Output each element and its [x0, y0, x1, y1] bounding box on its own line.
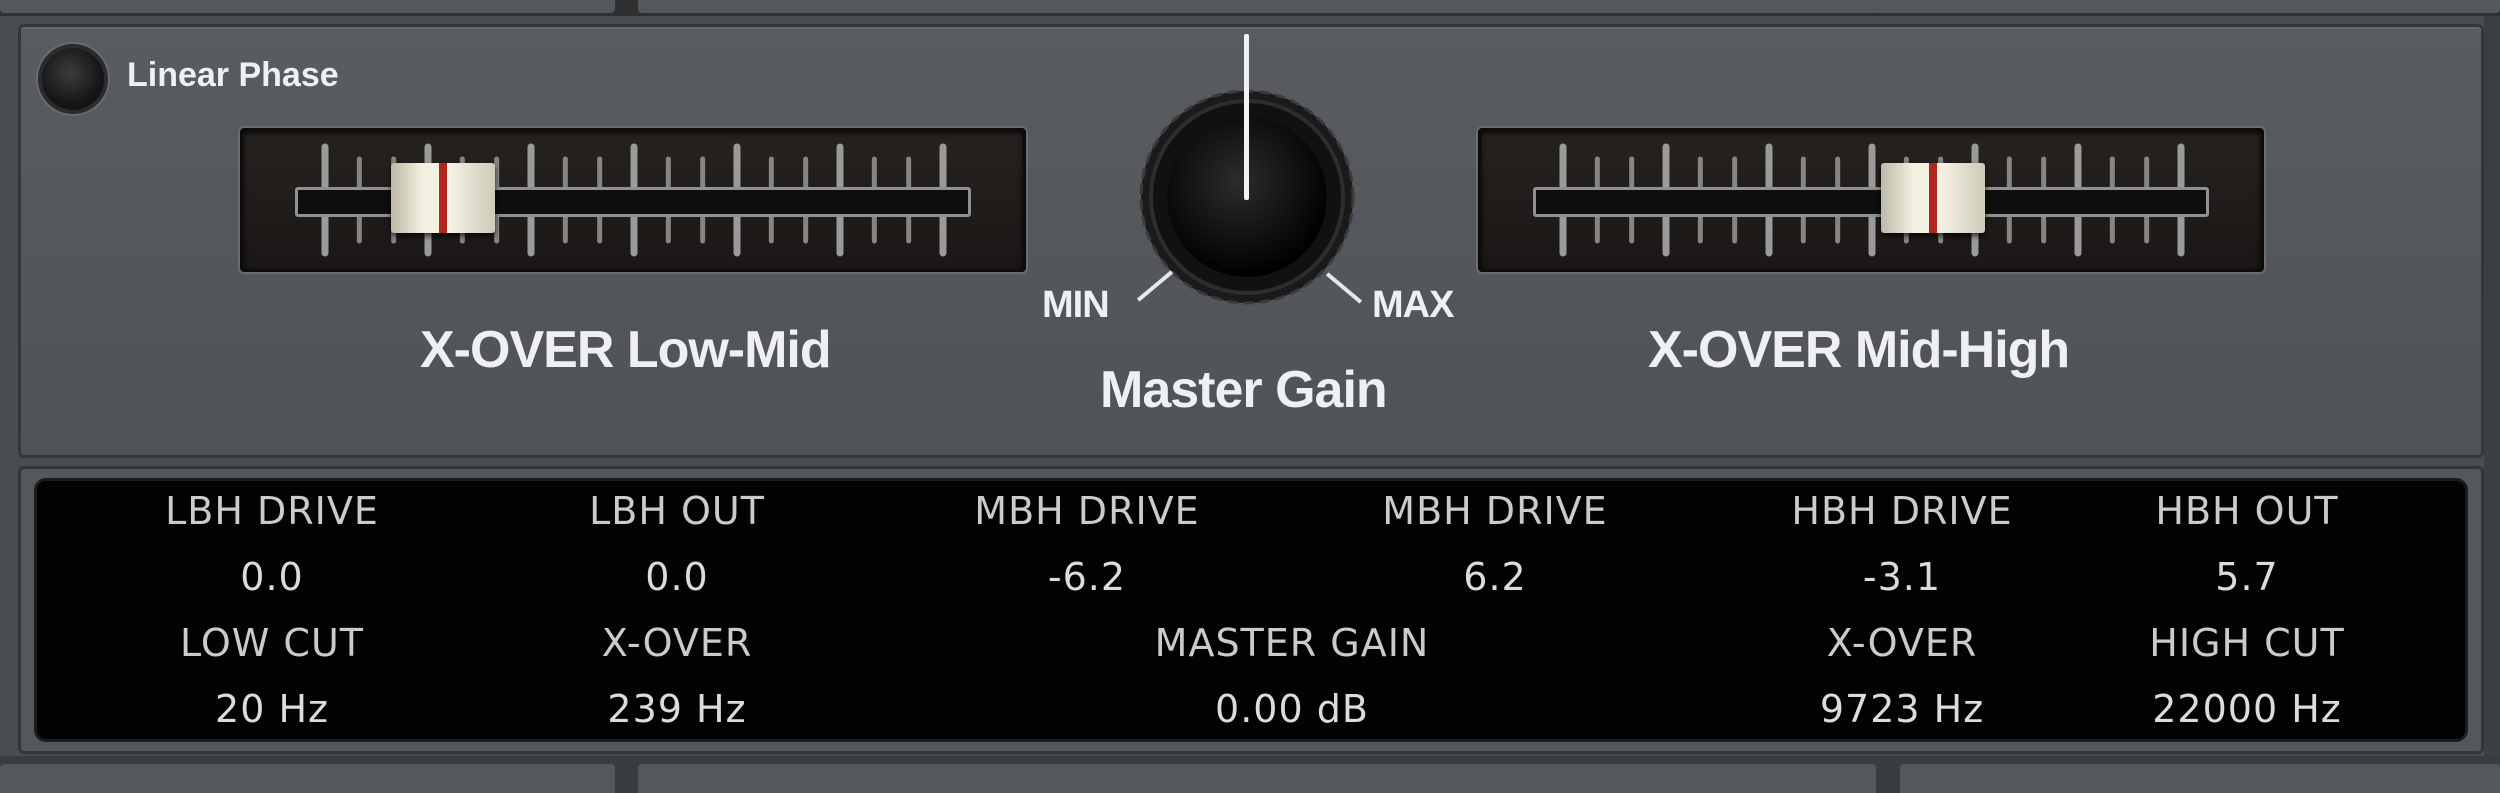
top-strip — [0, 0, 2500, 16]
readout-value: 5.7 — [2215, 555, 2279, 599]
readout-value: 22000 Hz — [2152, 687, 2342, 731]
readout-value: -3.1 — [1862, 555, 1942, 599]
top-strip-segment — [0, 0, 615, 13]
readout-value: 0.0 — [645, 555, 709, 599]
linear-phase-toggle[interactable] — [38, 44, 108, 114]
knob-indicator — [1244, 34, 1249, 200]
right-edge — [2484, 16, 2500, 756]
readout-value: 239 Hz — [607, 687, 747, 731]
bottom-strip-segment — [638, 764, 1876, 793]
readout-label: HBH OUT — [2155, 489, 2339, 533]
readout-value: 20 Hz — [215, 687, 329, 731]
xover-low-mid-slider[interactable] — [240, 128, 1026, 272]
max-label: MAX — [1372, 284, 1454, 326]
readout-label: X-OVER — [1826, 621, 1978, 665]
readout-value: 9723 Hz — [1819, 687, 1985, 731]
slider-marker — [1929, 163, 1937, 233]
bottom-strip-segment — [1900, 764, 2500, 793]
master-gain-label: Master Gain — [1100, 361, 1388, 419]
slider-track — [1533, 187, 2209, 217]
readout-display: LBH DRIVE 0.0 LBH OUT 0.0 MBH DRIVE -6.2… — [34, 478, 2468, 742]
xover-mid-high-label: X-OVER Mid-High — [1648, 321, 2070, 379]
readout-value: -6.2 — [1047, 555, 1127, 599]
readout-label: MASTER GAIN — [1154, 621, 1430, 665]
readout-label: HIGH CUT — [2149, 621, 2345, 665]
slider-marker — [439, 163, 447, 233]
readout-label: HBH DRIVE — [1791, 489, 2013, 533]
readout-label: LOW CUT — [180, 621, 364, 665]
bottom-strip-segment — [0, 764, 615, 793]
xover-mid-high-slider[interactable] — [1478, 128, 2264, 272]
linear-phase-label: Linear Phase — [127, 56, 339, 94]
top-strip-segment — [1872, 0, 2500, 13]
readout-label: MBH DRIVE — [1382, 489, 1608, 533]
top-strip-segment — [638, 0, 1876, 13]
xover-low-mid-label: X-OVER Low-Mid — [420, 321, 832, 379]
min-label: MIN — [1042, 284, 1110, 326]
readout-label: X-OVER — [601, 621, 753, 665]
readout-label: MBH DRIVE — [974, 489, 1200, 533]
readout-label: LBH OUT — [589, 489, 765, 533]
slider-thumb[interactable] — [391, 163, 495, 233]
readout-label: LBH DRIVE — [165, 489, 379, 533]
slider-thumb[interactable] — [1881, 163, 1985, 233]
readout-value: 0.0 — [240, 555, 304, 599]
readout-value: 0.00 dB — [1215, 687, 1369, 731]
bottom-strip — [0, 756, 2500, 793]
readout-value: 6.2 — [1463, 555, 1527, 599]
